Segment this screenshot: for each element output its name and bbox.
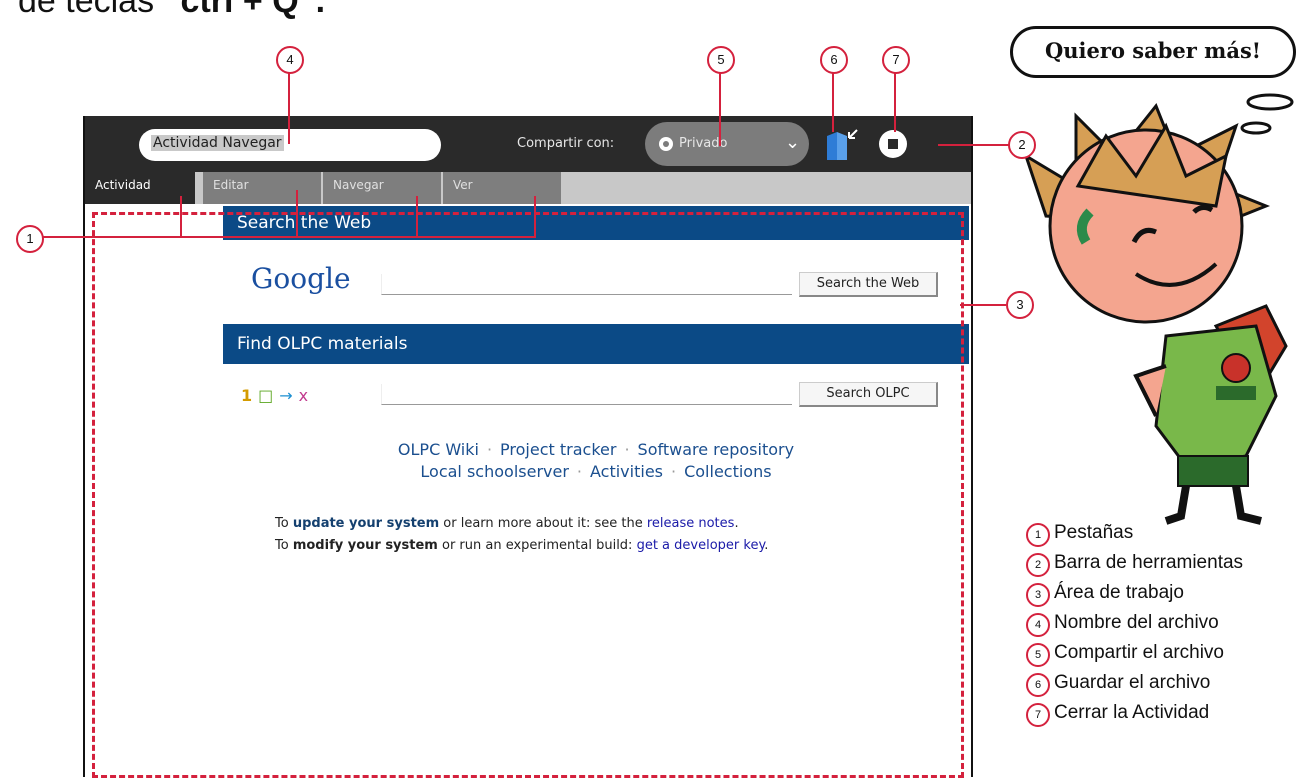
cartoon-character-icon — [1023, 103, 1288, 525]
callout-line-3 — [960, 304, 1006, 306]
callout-line-1a — [180, 196, 182, 238]
callout-line-7 — [894, 72, 896, 132]
share-label: Compartir con: — [517, 136, 615, 151]
tab-bar: Actividad Editar Navegar Ver — [85, 172, 971, 204]
callout-line-1d — [534, 196, 536, 238]
journal-save-icon[interactable] — [825, 126, 859, 162]
callout-3: 3 — [1006, 291, 1034, 319]
stop-icon[interactable] — [879, 130, 907, 158]
share-select[interactable]: Privado ⌄ — [645, 122, 809, 166]
radio-dot-icon — [659, 137, 673, 151]
callout-5: 5 — [707, 46, 735, 74]
callout-line-4 — [288, 72, 290, 144]
tab-ver[interactable]: Ver — [443, 172, 561, 204]
chevron-down-icon: ⌄ — [785, 132, 801, 153]
work-area-outline — [92, 212, 964, 778]
callout-2: 2 — [1008, 131, 1036, 159]
callout-line-1 — [40, 236, 534, 238]
speech-bubble: Quiero saber más! — [1010, 26, 1296, 78]
activity-title-value: Actividad Navegar — [151, 135, 284, 151]
callout-line-1c — [416, 196, 418, 238]
callout-7: 7 — [882, 46, 910, 74]
callout-6: 6 — [820, 46, 848, 74]
tab-editar[interactable]: Editar — [203, 172, 321, 204]
tab-actividad[interactable]: Actividad — [85, 172, 195, 204]
callout-line-2 — [938, 144, 1010, 146]
callout-4: 4 — [276, 46, 304, 74]
callout-line-6 — [832, 72, 834, 132]
toolbar: Actividad Navegar Compartir con: Privado… — [85, 116, 971, 172]
activity-title-field[interactable]: Actividad Navegar — [139, 129, 441, 161]
callout-line-1b — [296, 190, 298, 238]
tab-navegar[interactable]: Navegar — [323, 172, 441, 204]
callout-line-5 — [719, 72, 721, 146]
callout-1: 1 — [16, 225, 44, 253]
header-text: de teclas “ctrl + Q”. — [18, 0, 326, 20]
